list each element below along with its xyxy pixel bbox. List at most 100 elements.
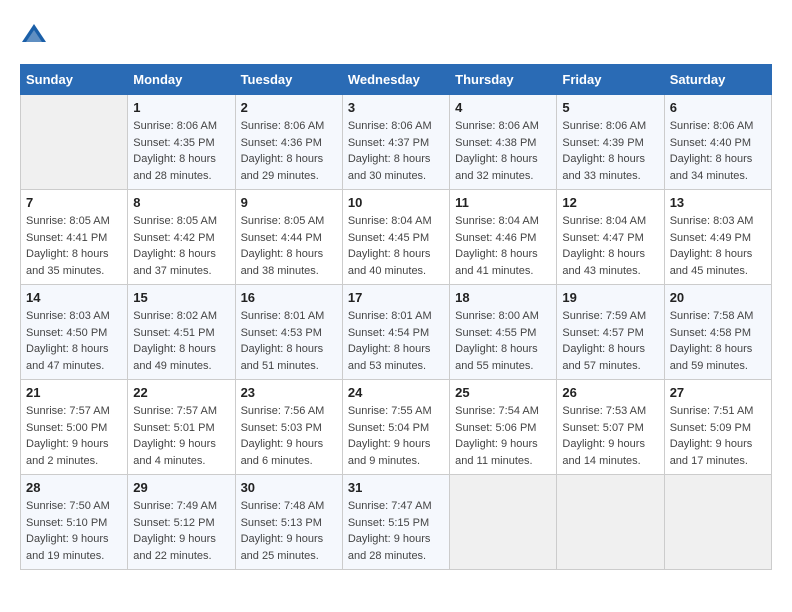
day-number: 10 [348, 195, 444, 210]
calendar-cell: 6 Sunrise: 8:06 AM Sunset: 4:40 PM Daylig… [664, 95, 771, 190]
calendar-cell: 20 Sunrise: 7:58 AM Sunset: 4:58 PM Dayli… [664, 285, 771, 380]
day-of-week-header: Thursday [450, 65, 557, 95]
calendar-header-row: SundayMondayTuesdayWednesdayThursdayFrid… [21, 65, 772, 95]
day-info: Sunrise: 8:01 AM Sunset: 4:54 PM Dayligh… [348, 308, 444, 374]
day-info: Sunrise: 7:48 AM Sunset: 5:13 PM Dayligh… [241, 498, 337, 564]
day-info: Sunrise: 7:50 AM Sunset: 5:10 PM Dayligh… [26, 498, 122, 564]
day-info: Sunrise: 7:57 AM Sunset: 5:01 PM Dayligh… [133, 403, 229, 469]
calendar-cell: 11 Sunrise: 8:04 AM Sunset: 4:46 PM Dayli… [450, 190, 557, 285]
calendar-cell: 23 Sunrise: 7:56 AM Sunset: 5:03 PM Dayli… [235, 380, 342, 475]
day-info: Sunrise: 8:05 AM Sunset: 4:42 PM Dayligh… [133, 213, 229, 279]
day-number: 20 [670, 290, 766, 305]
day-number: 18 [455, 290, 551, 305]
calendar-cell: 7Sunrise: 8:05 AM Sunset: 4:41 PM Daylig… [21, 190, 128, 285]
day-number: 23 [241, 385, 337, 400]
calendar-cell: 18 Sunrise: 8:00 AM Sunset: 4:55 PM Dayli… [450, 285, 557, 380]
day-number: 8 [133, 195, 229, 210]
day-number: 13 [670, 195, 766, 210]
logo [20, 20, 52, 48]
day-number: 15 [133, 290, 229, 305]
day-number: 24 [348, 385, 444, 400]
day-info: Sunrise: 7:58 AM Sunset: 4:58 PM Dayligh… [670, 308, 766, 374]
calendar-week-row: 14Sunrise: 8:03 AM Sunset: 4:50 PM Dayli… [21, 285, 772, 380]
calendar-week-row: 1 Sunrise: 8:06 AM Sunset: 4:35 PM Daylig… [21, 95, 772, 190]
calendar-cell: 10 Sunrise: 8:04 AM Sunset: 4:45 PM Dayli… [342, 190, 449, 285]
calendar-cell: 15 Sunrise: 8:02 AM Sunset: 4:51 PM Dayli… [128, 285, 235, 380]
day-number: 21 [26, 385, 122, 400]
calendar-cell: 3 Sunrise: 8:06 AM Sunset: 4:37 PM Daylig… [342, 95, 449, 190]
page-header [20, 20, 772, 48]
calendar-cell: 12Sunrise: 8:04 AM Sunset: 4:47 PM Dayli… [557, 190, 664, 285]
day-number: 26 [562, 385, 658, 400]
calendar-cell: 28 Sunrise: 7:50 AM Sunset: 5:10 PM Dayli… [21, 475, 128, 570]
day-info: Sunrise: 7:49 AM Sunset: 5:12 PM Dayligh… [133, 498, 229, 564]
day-info: Sunrise: 7:56 AM Sunset: 5:03 PM Dayligh… [241, 403, 337, 469]
calendar-cell [21, 95, 128, 190]
calendar-cell: 14Sunrise: 8:03 AM Sunset: 4:50 PM Dayli… [21, 285, 128, 380]
day-number: 11 [455, 195, 551, 210]
day-info: Sunrise: 8:05 AM Sunset: 4:44 PM Dayligh… [241, 213, 337, 279]
day-number: 19 [562, 290, 658, 305]
calendar-cell: 25 Sunrise: 7:54 AM Sunset: 5:06 PM Dayli… [450, 380, 557, 475]
day-number: 28 [26, 480, 122, 495]
logo-icon [20, 20, 48, 48]
day-info: Sunrise: 7:54 AM Sunset: 5:06 PM Dayligh… [455, 403, 551, 469]
day-of-week-header: Monday [128, 65, 235, 95]
calendar-cell [450, 475, 557, 570]
day-number: 17 [348, 290, 444, 305]
calendar-cell: 2 Sunrise: 8:06 AM Sunset: 4:36 PM Daylig… [235, 95, 342, 190]
day-info: Sunrise: 7:57 AM Sunset: 5:00 PM Dayligh… [26, 403, 122, 469]
day-number: 30 [241, 480, 337, 495]
calendar-cell: 26 Sunrise: 7:53 AM Sunset: 5:07 PM Dayli… [557, 380, 664, 475]
calendar-cell: 21 Sunrise: 7:57 AM Sunset: 5:00 PM Dayli… [21, 380, 128, 475]
day-info: Sunrise: 8:06 AM Sunset: 4:35 PM Dayligh… [133, 118, 229, 184]
calendar-cell: 17 Sunrise: 8:01 AM Sunset: 4:54 PM Dayli… [342, 285, 449, 380]
day-info: Sunrise: 8:06 AM Sunset: 4:36 PM Dayligh… [241, 118, 337, 184]
calendar-cell: 31 Sunrise: 7:47 AM Sunset: 5:15 PM Dayli… [342, 475, 449, 570]
day-info: Sunrise: 8:04 AM Sunset: 4:47 PM Dayligh… [562, 213, 658, 279]
day-number: 25 [455, 385, 551, 400]
calendar-cell: 19 Sunrise: 7:59 AM Sunset: 4:57 PM Dayli… [557, 285, 664, 380]
day-number: 5 [562, 100, 658, 115]
calendar-cell: 27 Sunrise: 7:51 AM Sunset: 5:09 PM Dayli… [664, 380, 771, 475]
day-number: 9 [241, 195, 337, 210]
day-number: 6 [670, 100, 766, 115]
day-info: Sunrise: 8:02 AM Sunset: 4:51 PM Dayligh… [133, 308, 229, 374]
day-number: 3 [348, 100, 444, 115]
calendar-week-row: 7Sunrise: 8:05 AM Sunset: 4:41 PM Daylig… [21, 190, 772, 285]
day-info: Sunrise: 7:51 AM Sunset: 5:09 PM Dayligh… [670, 403, 766, 469]
calendar-cell: 1 Sunrise: 8:06 AM Sunset: 4:35 PM Daylig… [128, 95, 235, 190]
calendar-cell: 16 Sunrise: 8:01 AM Sunset: 4:53 PM Dayli… [235, 285, 342, 380]
day-number: 29 [133, 480, 229, 495]
day-info: Sunrise: 7:55 AM Sunset: 5:04 PM Dayligh… [348, 403, 444, 469]
day-number: 16 [241, 290, 337, 305]
day-of-week-header: Sunday [21, 65, 128, 95]
calendar-cell: 4Sunrise: 8:06 AM Sunset: 4:38 PM Daylig… [450, 95, 557, 190]
day-info: Sunrise: 7:53 AM Sunset: 5:07 PM Dayligh… [562, 403, 658, 469]
calendar-cell: 9 Sunrise: 8:05 AM Sunset: 4:44 PM Daylig… [235, 190, 342, 285]
calendar-cell: 13Sunrise: 8:03 AM Sunset: 4:49 PM Dayli… [664, 190, 771, 285]
day-info: Sunrise: 7:47 AM Sunset: 5:15 PM Dayligh… [348, 498, 444, 564]
day-info: Sunrise: 8:04 AM Sunset: 4:45 PM Dayligh… [348, 213, 444, 279]
calendar-week-row: 28 Sunrise: 7:50 AM Sunset: 5:10 PM Dayli… [21, 475, 772, 570]
calendar-table: SundayMondayTuesdayWednesdayThursdayFrid… [20, 64, 772, 570]
calendar-cell: 29 Sunrise: 7:49 AM Sunset: 5:12 PM Dayli… [128, 475, 235, 570]
day-info: Sunrise: 8:01 AM Sunset: 4:53 PM Dayligh… [241, 308, 337, 374]
day-number: 2 [241, 100, 337, 115]
calendar-cell [557, 475, 664, 570]
day-of-week-header: Tuesday [235, 65, 342, 95]
day-of-week-header: Wednesday [342, 65, 449, 95]
calendar-cell: 24 Sunrise: 7:55 AM Sunset: 5:04 PM Dayli… [342, 380, 449, 475]
day-info: Sunrise: 8:05 AM Sunset: 4:41 PM Dayligh… [26, 213, 122, 279]
day-number: 4 [455, 100, 551, 115]
day-number: 31 [348, 480, 444, 495]
day-info: Sunrise: 8:06 AM Sunset: 4:37 PM Dayligh… [348, 118, 444, 184]
day-number: 1 [133, 100, 229, 115]
calendar-cell: 5Sunrise: 8:06 AM Sunset: 4:39 PM Daylig… [557, 95, 664, 190]
day-info: Sunrise: 8:06 AM Sunset: 4:40 PM Dayligh… [670, 118, 766, 184]
day-info: Sunrise: 8:00 AM Sunset: 4:55 PM Dayligh… [455, 308, 551, 374]
day-info: Sunrise: 8:03 AM Sunset: 4:50 PM Dayligh… [26, 308, 122, 374]
day-info: Sunrise: 8:04 AM Sunset: 4:46 PM Dayligh… [455, 213, 551, 279]
day-number: 27 [670, 385, 766, 400]
day-info: Sunrise: 7:59 AM Sunset: 4:57 PM Dayligh… [562, 308, 658, 374]
